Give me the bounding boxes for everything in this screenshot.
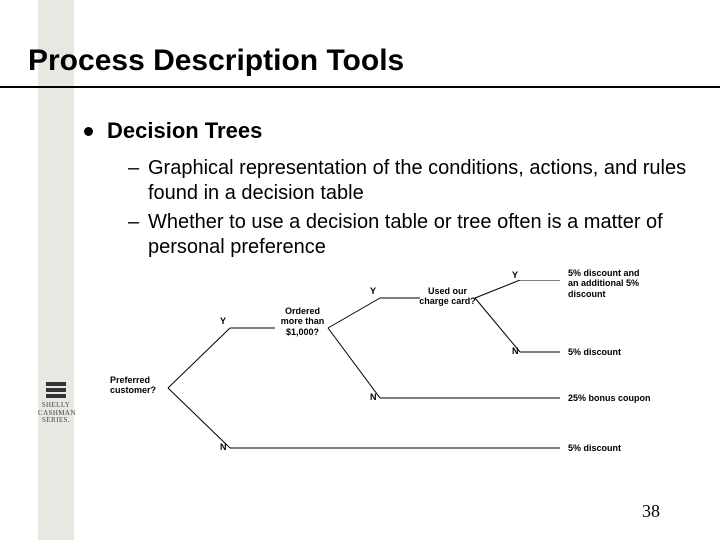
branch-no: N — [370, 392, 377, 402]
tree-leaf: 5% discount — [568, 443, 621, 453]
branch-yes: Y — [220, 316, 226, 326]
logo-line3: SERIES. — [38, 417, 74, 425]
branch-no: N — [512, 346, 519, 356]
branch-yes: Y — [512, 270, 518, 280]
sub-item-text: Whether to use a decision table or tree … — [148, 210, 688, 260]
dash-icon: – — [128, 156, 148, 206]
dash-icon: – — [128, 210, 148, 260]
bullet-text: Decision Trees — [107, 118, 262, 144]
list-item: – Whether to use a decision table or tre… — [128, 210, 688, 260]
bullet-item: Decision Trees — [84, 118, 262, 144]
decision-tree-diagram: Preferredcustomer? Orderedmore than$1,00… — [110, 280, 670, 490]
page-number: 38 — [642, 501, 660, 522]
bullet-disc-icon — [84, 127, 93, 136]
sub-item-text: Graphical representation of the conditio… — [148, 156, 688, 206]
tree-root-label: Preferredcustomer? — [110, 375, 165, 396]
branch-yes: Y — [370, 286, 376, 296]
series-logo: SHELLY CASHMAN SERIES. — [38, 380, 74, 500]
tree-leaf: 25% bonus coupon — [568, 393, 651, 403]
tree-q2-label: Orderedmore than$1,000? — [275, 306, 330, 337]
tree-leaf: 5% discount andan additional 5%discount — [568, 268, 668, 299]
tree-q3-label: Used ourcharge card? — [415, 286, 480, 307]
title-underline — [0, 86, 720, 88]
list-item: – Graphical representation of the condit… — [128, 156, 688, 206]
tree-leaf: 5% discount — [568, 347, 621, 357]
sub-bullet-list: – Graphical representation of the condit… — [128, 156, 688, 264]
slide-title: Process Description Tools — [28, 44, 404, 78]
branch-no: N — [220, 442, 227, 452]
